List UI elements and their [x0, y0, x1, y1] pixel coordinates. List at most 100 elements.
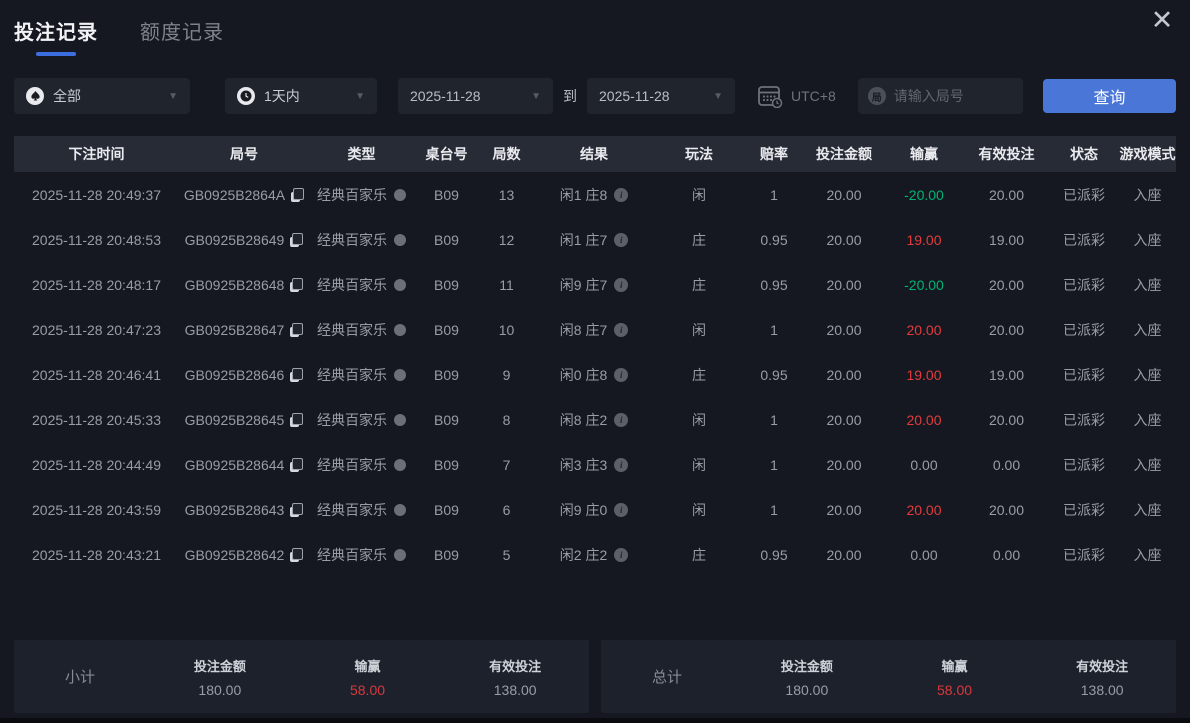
copy-icon[interactable] — [290, 232, 304, 247]
cell-odds: 1 — [770, 501, 778, 518]
cell-round-no: 13 — [498, 186, 515, 203]
cell-status: 已派彩 — [1063, 411, 1105, 428]
cell-result: 闲8 庄2 i — [534, 410, 654, 430]
game-type-value: 全部 — [53, 88, 81, 104]
close-icon[interactable]: ✕ — [1144, 2, 1180, 38]
table-row: 2025-11-28 20:49:37 GB0925B2864A 经典百家乐 B09 1… — [14, 172, 1176, 217]
result-info-icon[interactable]: i — [614, 187, 629, 202]
column-header: 下注时间 — [68, 146, 125, 162]
cell-game-type: 经典百家乐 — [309, 455, 414, 475]
result-info-icon[interactable]: i — [614, 412, 629, 427]
cell-status: 已派彩 — [1063, 366, 1105, 383]
column-header: 玩法 — [685, 146, 713, 162]
cell-win-loss: 19.00 — [906, 366, 942, 383]
round-id-text: GB0925B28645 — [184, 411, 285, 428]
cell-win-loss: 20.00 — [906, 411, 942, 428]
total-win-label: 输赢 — [941, 658, 968, 674]
date-from-picker[interactable]: 2025-11-28 ▼ — [398, 78, 553, 114]
result-info-icon[interactable]: i — [614, 232, 629, 247]
time-range-select[interactable]: 1天内 ▼ — [225, 78, 377, 114]
cell-odds: 1 — [770, 321, 778, 338]
cell-table-no: B09 — [434, 276, 459, 293]
cell-round-id: GB0925B28647 — [179, 322, 309, 338]
search-button[interactable]: 查询 — [1043, 79, 1176, 113]
cell-odds: 1 — [770, 456, 778, 473]
cell-table-no: B09 — [434, 456, 459, 473]
date-to-value: 2025-11-28 — [599, 88, 670, 104]
cell-bet-time: 2025-11-28 20:49:37 — [32, 186, 161, 203]
result-info-icon[interactable]: i — [614, 277, 629, 292]
cell-status: 已派彩 — [1063, 546, 1105, 563]
cell-bet-amount: 20.00 — [826, 366, 862, 383]
result-info-icon[interactable]: i — [614, 367, 629, 382]
cell-result: 闲0 庄8 i — [534, 365, 654, 385]
type-info-icon[interactable] — [394, 548, 406, 561]
result-info-icon[interactable]: i — [614, 547, 629, 562]
type-info-icon[interactable] — [394, 278, 406, 291]
cell-bet-time: 2025-11-28 20:43:21 — [32, 546, 161, 563]
game-type-text: 经典百家乐 — [317, 501, 387, 518]
cell-result: 闲3 庄3 i — [534, 455, 654, 475]
type-info-icon[interactable] — [394, 233, 406, 246]
cell-win-loss: -20.00 — [904, 186, 944, 203]
cell-round-no: 6 — [502, 501, 511, 518]
cell-bet-time: 2025-11-28 20:48:53 — [32, 231, 161, 248]
cell-game-type: 经典百家乐 — [309, 185, 414, 205]
cell-round-no: 11 — [499, 276, 514, 293]
copy-icon[interactable] — [290, 547, 304, 562]
copy-icon[interactable] — [290, 457, 304, 472]
subtotal-valid-value: 138.00 — [493, 681, 537, 698]
round-id-text: GB0925B28649 — [184, 231, 285, 248]
cell-round-no: 5 — [502, 546, 511, 563]
type-info-icon[interactable] — [394, 413, 406, 426]
cell-win-loss: 20.00 — [906, 321, 942, 338]
round-search-input[interactable] — [893, 88, 1013, 104]
timezone-indicator: UTC+8 — [757, 84, 836, 108]
game-type-text: 经典百家乐 — [317, 456, 387, 473]
result-info-icon[interactable]: i — [614, 502, 629, 517]
cell-game-mode: 入座 — [1133, 501, 1162, 518]
chevron-down-icon: ▼ — [168, 90, 178, 102]
result-text: 闲1 庄7 — [559, 231, 608, 248]
tab-bet-records[interactable]: 投注记录 — [14, 16, 98, 56]
copy-icon[interactable] — [291, 187, 305, 202]
round-id-text: GB0925B28647 — [184, 321, 285, 338]
type-info-icon[interactable] — [394, 458, 406, 471]
cell-round-id: GB0925B28642 — [179, 547, 309, 563]
copy-icon[interactable] — [290, 367, 304, 382]
cell-bet-amount: 20.00 — [826, 321, 862, 338]
copy-icon[interactable] — [290, 277, 304, 292]
result-info-icon[interactable]: i — [614, 457, 629, 472]
date-range-to-label: 到 — [563, 88, 577, 104]
game-type-select[interactable]: 全部 ▼ — [14, 78, 190, 114]
cell-status: 已派彩 — [1063, 501, 1105, 518]
cell-bet-time: 2025-11-28 20:48:17 — [32, 276, 161, 293]
round-id-text: GB0925B28644 — [184, 456, 285, 473]
result-info-icon[interactable]: i — [614, 322, 629, 337]
cell-table-no: B09 — [434, 321, 459, 338]
tab-quota-records[interactable]: 额度记录 — [140, 16, 224, 56]
type-info-icon[interactable] — [394, 368, 406, 381]
copy-icon[interactable] — [290, 412, 304, 427]
type-info-icon[interactable] — [394, 503, 406, 516]
copy-icon[interactable] — [290, 502, 304, 517]
cell-game-type: 经典百家乐 — [309, 230, 414, 250]
chevron-down-icon: ▼ — [531, 90, 541, 102]
cell-game-type: 经典百家乐 — [309, 320, 414, 340]
table-row: 2025-11-28 20:48:17 GB0925B28648 经典百家乐 B09 1… — [14, 262, 1176, 307]
type-info-icon[interactable] — [394, 323, 406, 336]
cell-valid-bet: 20.00 — [988, 321, 1025, 338]
cell-bet-amount: 20.00 — [826, 456, 862, 473]
cell-round-no: 8 — [502, 411, 511, 428]
total-bet-label: 投注金额 — [780, 658, 833, 674]
copy-icon[interactable] — [290, 322, 304, 337]
date-to-picker[interactable]: 2025-11-28 ▼ — [587, 78, 735, 114]
cell-odds: 1 — [770, 186, 778, 203]
bet-records-modal: 投注记录 额度记录 ✕ 全部 ▼ 1天内 ▼ 2025-11-28 ▼ 到 20… — [0, 0, 1190, 718]
subtotal-label: 小计 — [64, 669, 95, 686]
type-info-icon[interactable] — [394, 188, 406, 201]
cell-result: 闲8 庄7 i — [534, 320, 654, 340]
cell-play: 闲 — [692, 321, 706, 338]
column-header: 桌台号 — [425, 146, 468, 162]
cell-play: 庄 — [692, 366, 706, 383]
